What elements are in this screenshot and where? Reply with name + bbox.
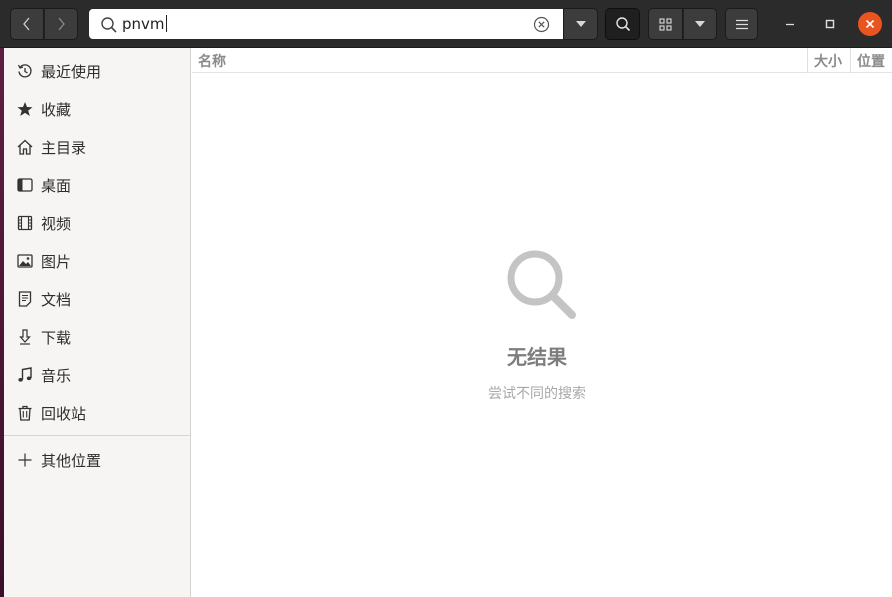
- column-size[interactable]: 大小: [814, 51, 842, 71]
- document-icon: [18, 291, 32, 307]
- file-manager-window: pnvm 最近使用 收藏 主目录 桌面 视频 图片 文档 下载 音乐 回收站 其…: [0, 0, 892, 597]
- empty-state-subtitle: 尝试不同的搜索: [488, 386, 586, 402]
- close-icon: [865, 19, 875, 29]
- sidebar-item-label: 最近使用: [41, 63, 102, 81]
- sidebar-item-videos[interactable]: 视频: [4, 204, 190, 242]
- minimize-icon: [786, 23, 794, 26]
- desktop-icon: [17, 178, 33, 192]
- column-divider: [850, 48, 851, 73]
- recent-icon: [17, 64, 32, 78]
- chevron-left-icon: [23, 17, 30, 31]
- sidebar-item-label: 视频: [41, 215, 72, 233]
- view-options-button[interactable]: [683, 8, 717, 40]
- sidebar: 最近使用 收藏 主目录 桌面 视频 图片 文档 下载 音乐 回收站 其他位置: [0, 48, 191, 597]
- sidebar-item-label: 文档: [41, 291, 72, 309]
- sidebar-item-documents[interactable]: 文档: [4, 280, 190, 318]
- search-query: pnvm: [122, 15, 167, 33]
- picture-icon: [17, 254, 33, 268]
- sidebar-item-home[interactable]: 主目录: [4, 128, 190, 166]
- grid-icon: [659, 17, 672, 31]
- forward-button[interactable]: [44, 8, 78, 40]
- column-location[interactable]: 位置: [857, 51, 885, 71]
- sidebar-item-desktop[interactable]: 桌面: [4, 166, 190, 204]
- minimize-button[interactable]: [778, 12, 802, 36]
- column-divider: [807, 48, 808, 73]
- chevron-right-icon: [58, 17, 65, 31]
- close-button[interactable]: [858, 12, 882, 36]
- list-column-header: 名称 大小 位置: [192, 48, 892, 73]
- sidebar-item-label: 收藏: [41, 101, 72, 119]
- sidebar-item-pictures[interactable]: 图片: [4, 242, 190, 280]
- search-toggle-button[interactable]: [605, 8, 640, 40]
- maximize-button[interactable]: [818, 12, 842, 36]
- home-icon: [17, 139, 33, 155]
- sidebar-item-label: 回收站: [41, 405, 87, 423]
- search-options-button[interactable]: [563, 8, 598, 40]
- header-bar: pnvm: [0, 0, 892, 48]
- clear-search-icon[interactable]: [533, 16, 550, 33]
- sidebar-item-starred[interactable]: 收藏: [4, 90, 190, 128]
- chevron-down-icon: [575, 21, 586, 27]
- search-icon: [507, 250, 576, 319]
- back-button[interactable]: [10, 8, 44, 40]
- search-icon: [615, 17, 630, 32]
- sidebar-item-label: 图片: [41, 253, 72, 271]
- chevron-down-icon: [695, 21, 705, 27]
- grid-view-button[interactable]: [648, 8, 683, 40]
- sidebar-item-label: 其他位置: [41, 452, 102, 470]
- sidebar-item-label: 桌面: [41, 177, 72, 195]
- sidebar-item-recent[interactable]: 最近使用: [4, 52, 190, 90]
- plus-icon: [18, 453, 32, 467]
- empty-state-title: 无结果: [507, 345, 567, 369]
- video-icon: [17, 215, 33, 231]
- main-menu-button[interactable]: [725, 8, 758, 40]
- trash-icon: [18, 405, 32, 421]
- sidebar-separator: [4, 435, 190, 436]
- search-input[interactable]: pnvm: [88, 8, 564, 40]
- sidebar-item-label: 主目录: [41, 139, 87, 157]
- maximize-icon: [825, 19, 835, 29]
- search-icon: [101, 17, 117, 33]
- column-name[interactable]: 名称: [198, 51, 226, 71]
- star-icon: [17, 102, 33, 116]
- hamburger-menu-icon: [735, 19, 748, 29]
- sidebar-item-other-locations[interactable]: 其他位置: [4, 441, 190, 479]
